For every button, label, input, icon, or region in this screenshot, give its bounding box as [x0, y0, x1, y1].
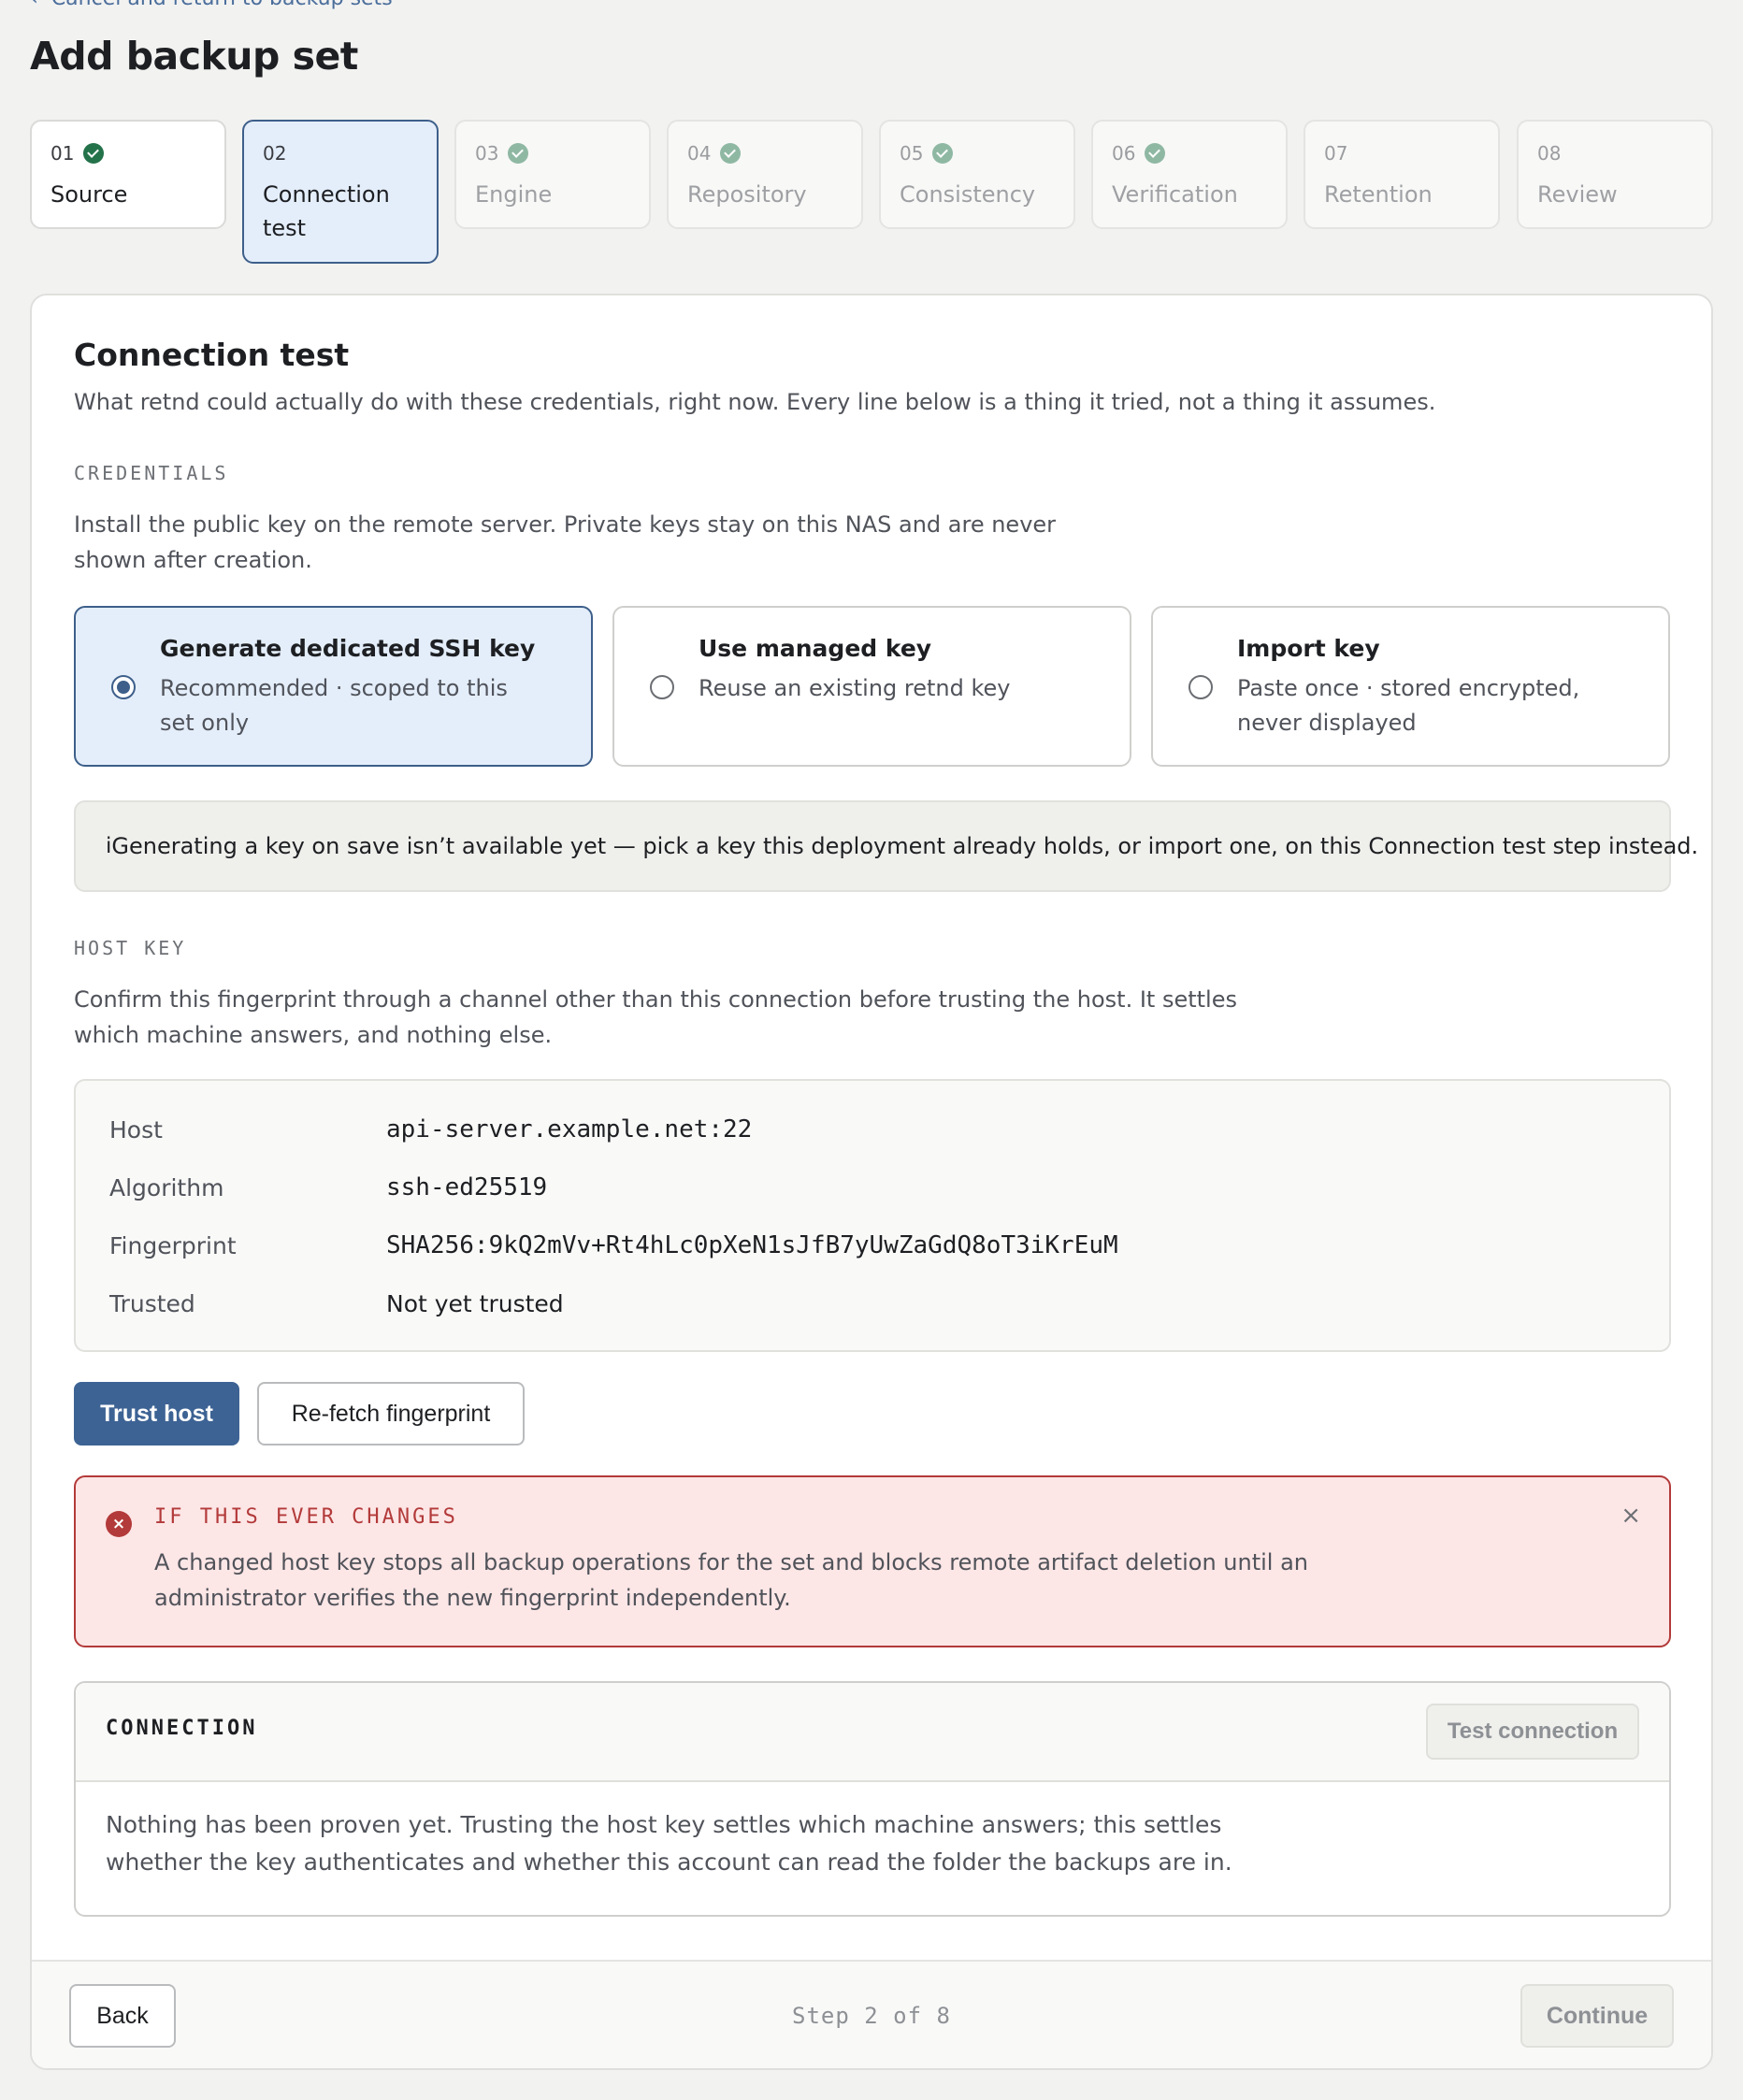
host-key-name: Host	[109, 1115, 163, 1143]
trusted-key-name: Trusted	[109, 1289, 195, 1317]
page-title: Add backup set	[30, 34, 358, 79]
notice-text: Generating a key on save isn’t available…	[111, 833, 1699, 859]
step-retention[interactable]: 07 Retention	[1304, 120, 1500, 229]
step-number: 01	[50, 142, 75, 165]
step-label: Review	[1537, 181, 1618, 208]
step-number: 03	[475, 142, 499, 165]
host-key-label: HOST KEY	[74, 937, 187, 959]
radio-unselected-icon[interactable]	[1188, 675, 1213, 699]
wizard-stepper: 01 Source 02 Connection test 03 Engine 0…	[30, 120, 1713, 265]
alert-title: IF THIS EVER CHANGES	[154, 1505, 458, 1529]
connection-body: Nothing has been proven yet. Trusting th…	[106, 1811, 1232, 1876]
check-circle-icon	[508, 143, 529, 164]
connection-test-card: Connection test What retnd could actuall…	[30, 294, 1713, 2070]
algorithm-value: ssh-ed25519	[386, 1173, 548, 1201]
section-title: Connection test	[74, 337, 350, 373]
option-title: Use managed key	[699, 635, 932, 662]
step-number: 06	[1112, 142, 1136, 165]
step-consistency[interactable]: 05 Consistency	[879, 120, 1075, 229]
trusted-value: Not yet trusted	[386, 1289, 564, 1317]
host-key-description: Confirm this fingerprint through a chann…	[74, 986, 1237, 1048]
error-circle-icon: ×	[106, 1511, 132, 1537]
step-source[interactable]: 01 Source	[30, 120, 226, 229]
step-number: 08	[1537, 142, 1562, 165]
step-number: 02	[263, 142, 287, 165]
step-repository[interactable]: 04 Repository	[667, 120, 863, 229]
option-description: Paste once · stored encrypted, never dis…	[1237, 675, 1580, 736]
trust-host-button[interactable]: Trust host	[74, 1382, 239, 1446]
step-indicator: Step 2 of 8	[792, 2003, 951, 2029]
option-description: Reuse an existing retnd key	[699, 675, 1011, 701]
radio-unselected-icon[interactable]	[650, 675, 674, 699]
host-key-details: Host api-server.example.net:22 Algorithm…	[74, 1079, 1671, 1352]
option-import-key[interactable]: Import key Paste once · stored encrypted…	[1151, 606, 1670, 767]
step-label: Source	[50, 181, 128, 208]
radio-selected-icon[interactable]	[111, 675, 136, 699]
credential-options: Generate dedicated SSH key Recommended ·…	[74, 606, 1671, 767]
credentials-label: CREDENTIALS	[74, 462, 229, 484]
check-circle-icon	[1145, 143, 1166, 164]
fingerprint-value: SHA256:9kQ2mVv+Rt4hLc0pXeN1sJfB7yUwZaGdQ…	[386, 1231, 1118, 1259]
refetch-fingerprint-button[interactable]: Re-fetch fingerprint	[257, 1382, 525, 1446]
step-number: 05	[900, 142, 924, 165]
step-connection-test[interactable]: 02 Connection test	[242, 120, 439, 264]
back-to-backup-sets-link[interactable]: ‹ Cancel and return to backup sets	[30, 0, 393, 10]
host-value: api-server.example.net:22	[386, 1115, 753, 1143]
option-description: Recommended · scoped to this set only	[160, 675, 508, 736]
test-connection-button[interactable]: Test connection	[1426, 1704, 1639, 1760]
host-key-change-alert: × IF THIS EVER CHANGES A changed host ke…	[74, 1475, 1671, 1647]
check-circle-icon	[83, 143, 105, 164]
section-lead: What retnd could actually do with these …	[74, 389, 1436, 415]
key-generation-notice: i Generating a key on save isn’t availab…	[74, 800, 1698, 892]
step-label: Repository	[687, 181, 807, 208]
credentials-description: Install the public key on the remote ser…	[74, 511, 1057, 573]
alert-body: A changed host key stops all backup oper…	[154, 1549, 1308, 1611]
connection-label: CONNECTION	[106, 1717, 258, 1740]
step-review[interactable]: 08 Review	[1517, 120, 1713, 229]
check-circle-icon	[932, 143, 954, 164]
fingerprint-row: Fingerprint SHA256:9kQ2mVv+Rt4hLc0pXeN1s…	[109, 1227, 1118, 1264]
step-number: 04	[687, 142, 712, 165]
step-engine[interactable]: 03 Engine	[454, 120, 651, 229]
option-title: Generate dedicated SSH key	[160, 635, 536, 662]
check-circle-icon	[720, 143, 742, 164]
step-label: Retention	[1324, 181, 1433, 208]
option-generate-ssh-key[interactable]: Generate dedicated SSH key Recommended ·…	[74, 606, 593, 767]
card-footer: Back Step 2 of 8 Continue	[32, 1960, 1711, 2068]
step-label: Engine	[475, 181, 553, 208]
continue-button[interactable]: Continue	[1520, 1984, 1674, 2048]
host-row: Host api-server.example.net:22	[109, 1111, 752, 1148]
step-number: 07	[1324, 142, 1348, 165]
back-link-label: Cancel and return to backup sets	[51, 0, 393, 10]
fingerprint-key-name: Fingerprint	[109, 1231, 237, 1259]
step-verification[interactable]: 06 Verification	[1091, 120, 1288, 229]
option-use-managed-key[interactable]: Use managed key Reuse an existing retnd …	[612, 606, 1131, 767]
close-icon[interactable]: ×	[1621, 1502, 1641, 1530]
step-label: Connection test	[263, 181, 390, 241]
algorithm-key-name: Algorithm	[109, 1173, 224, 1201]
step-label: Verification	[1112, 181, 1238, 208]
step-label: Consistency	[900, 181, 1036, 208]
connection-panel: CONNECTION Test connection Nothing has b…	[74, 1681, 1671, 1917]
algorithm-row: Algorithm ssh-ed25519	[109, 1169, 547, 1206]
trusted-row: Trusted Not yet trusted	[109, 1285, 564, 1322]
connection-panel-header: CONNECTION Test connection	[76, 1683, 1669, 1782]
chevron-left-icon: ‹	[30, 0, 38, 10]
option-title: Import key	[1237, 635, 1380, 662]
